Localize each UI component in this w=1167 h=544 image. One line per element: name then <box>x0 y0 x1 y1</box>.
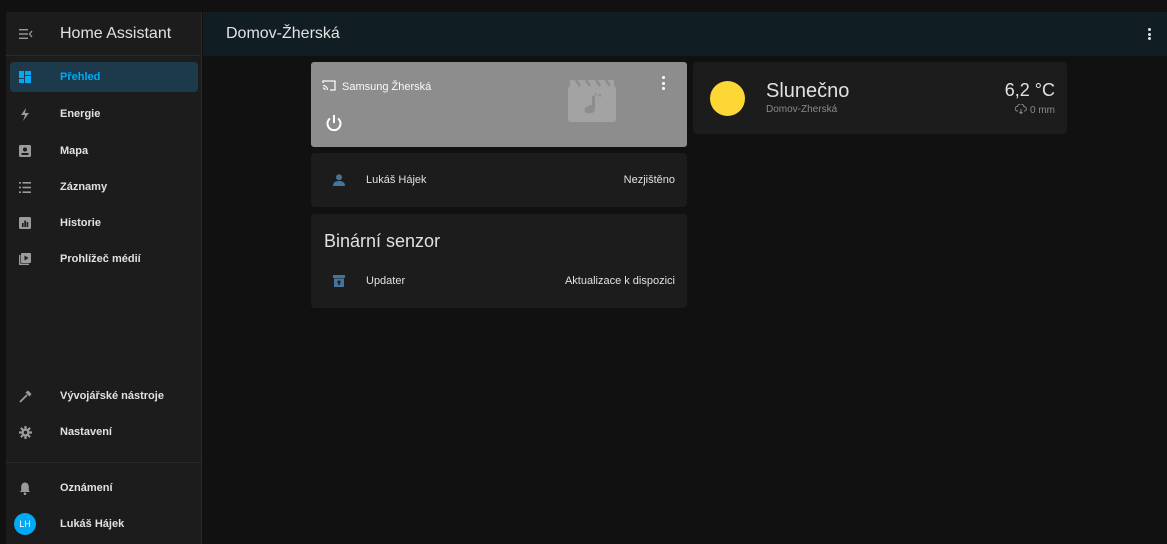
more-options-icon[interactable] <box>1141 26 1157 42</box>
power-button[interactable] <box>324 113 344 138</box>
avatar-wrap: LH <box>10 513 40 535</box>
sidebar-header: Home Assistant <box>6 12 201 56</box>
menu-collapse-icon[interactable] <box>6 28 46 40</box>
list-icon <box>10 181 40 193</box>
sidebar-item-notifications[interactable]: Oznámení <box>10 473 198 503</box>
sidebar-item-label: Energie <box>60 108 101 120</box>
media-play-icon <box>10 253 40 265</box>
lightning-icon <box>10 107 40 121</box>
video-music-icon <box>568 79 616 127</box>
hammer-icon <box>10 390 40 403</box>
sidebar-item-developer-tools[interactable]: Vývojářské nástroje <box>10 381 198 411</box>
sidebar-item-label: Prohlížeč médií <box>60 253 141 265</box>
top-app-bar: Domov-Žherská <box>203 12 1167 56</box>
sidebar-item-label: Historie <box>60 217 101 229</box>
weather-location: Domov-Zherská <box>766 104 838 115</box>
media-more-icon[interactable] <box>657 76 669 90</box>
sidebar-item-media-browser[interactable]: Prohlížeč médií <box>10 244 198 274</box>
dashboard-view: Samsung Žherská Lukáš Hájek Nezjištěno B… <box>203 56 1167 544</box>
media-player-card[interactable]: Samsung Žherská <box>311 62 687 147</box>
app-title: Home Assistant <box>60 24 172 42</box>
sidebar-item-label: Nastavení <box>60 426 112 438</box>
sidebar-item-history[interactable]: Historie <box>10 208 198 238</box>
map-icon <box>10 145 40 157</box>
cast-icon <box>322 78 336 96</box>
sidebar-item-energy[interactable]: Energie <box>10 99 198 129</box>
gear-icon <box>10 425 40 439</box>
bell-icon <box>10 482 40 495</box>
page-title: Domov-Žherská <box>226 25 340 42</box>
sidebar-item-label: Záznamy <box>60 181 108 193</box>
updater-name: Updater <box>366 275 406 287</box>
sidebar-item-label: Lukáš Hájek <box>60 518 125 530</box>
person-entity-card[interactable]: Lukáš Hájek Nezjištěno <box>311 153 687 207</box>
updater-state: Aktualizace k dispozici <box>564 275 675 287</box>
sidebar-item-overview[interactable]: Přehled <box>10 62 198 92</box>
binary-sensor-card: Binární senzor Updater Aktualizace k dis… <box>311 214 687 308</box>
sidebar-item-label: Mapa <box>60 145 89 157</box>
weather-card[interactable]: Slunečno Domov-Zherská 6,2 °C 0 mm <box>693 62 1067 134</box>
sidebar-item-map[interactable]: Mapa <box>10 136 198 166</box>
chart-box-icon <box>10 217 40 229</box>
sidebar-item-logbook[interactable]: Záznamy <box>10 172 198 202</box>
sidebar: Home Assistant Přehled Energie Mapa Zázn… <box>6 12 202 544</box>
sidebar-item-label: Vývojářské nástroje <box>60 390 164 402</box>
sidebar-item-label: Přehled <box>60 71 101 83</box>
dashboard-icon <box>10 71 40 83</box>
package-up-icon <box>328 275 350 287</box>
sunny-icon <box>710 81 745 116</box>
person-state: Nezjištěno <box>623 174 675 186</box>
weather-precipitation: 0 mm <box>1014 103 1055 117</box>
media-player-name: Samsung Žherská <box>342 81 432 93</box>
weather-state: Slunečno <box>766 80 850 102</box>
precipitation-value: 0 mm <box>1030 105 1055 116</box>
cloud-rain-icon <box>1014 103 1027 117</box>
weather-temperature: 6,2 °C <box>1004 80 1055 100</box>
sidebar-item-settings[interactable]: Nastavení <box>10 417 198 447</box>
sidebar-divider <box>6 462 202 463</box>
sidebar-item-user[interactable]: LH Lukáš Hájek <box>10 509 198 539</box>
avatar: LH <box>14 513 36 535</box>
account-icon <box>328 174 350 186</box>
person-name: Lukáš Hájek <box>366 174 427 186</box>
media-player-header: Samsung Žherská <box>322 78 431 96</box>
sidebar-item-label: Oznámení <box>60 482 113 494</box>
updater-row[interactable]: Updater Aktualizace k dispozici <box>311 270 687 292</box>
card-title: Binární senzor <box>324 231 441 251</box>
